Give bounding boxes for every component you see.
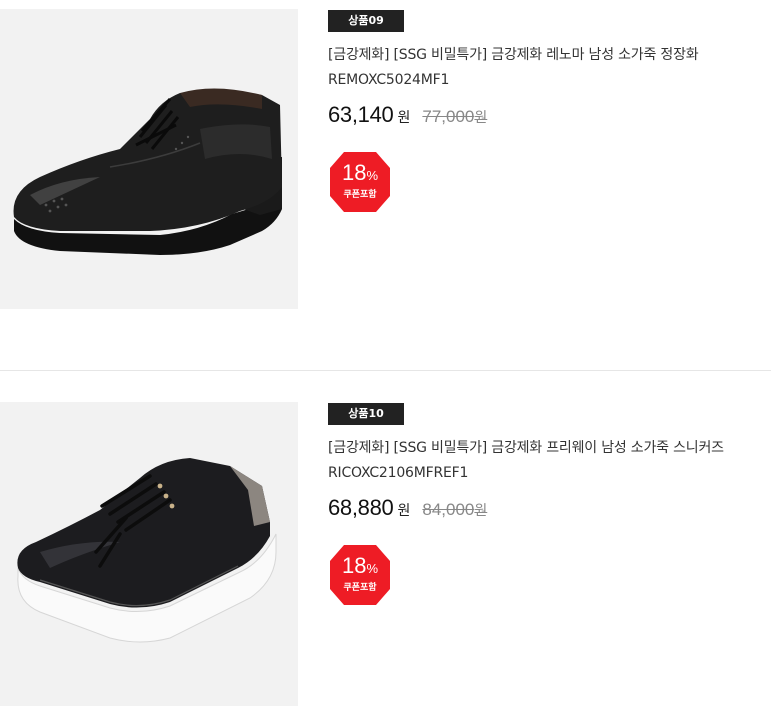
- price-row: 63,140 원 77,000원: [328, 102, 768, 128]
- price-row: 68,880 원 84,000원: [328, 495, 768, 521]
- product-image[interactable]: [0, 9, 298, 309]
- discount-unit: %: [366, 561, 379, 576]
- discount-badge: 18% 쿠폰포함: [328, 543, 392, 607]
- discount-value: 18: [341, 160, 367, 185]
- discount-percent: 18%: [328, 161, 392, 188]
- product-number-tag: 상품10: [328, 403, 404, 425]
- discount-unit: %: [366, 168, 379, 183]
- discount-note: 쿠폰포함: [343, 583, 377, 593]
- original-price-value: 84,000: [422, 500, 475, 519]
- original-price: 77,000원: [422, 107, 487, 127]
- discount-percent: 18%: [328, 554, 392, 581]
- product-card: 상품10 [금강제화] [SSG 비밀특가] 금강제화 프리웨이 남성 소가죽 …: [0, 393, 771, 706]
- divider: [0, 370, 771, 371]
- original-price-value: 77,000: [422, 107, 475, 126]
- product-number-tag: 상품09: [328, 10, 404, 32]
- original-price-unit: 원: [474, 503, 488, 519]
- product-info: 상품09 [금강제화] [SSG 비밀특가] 금강제화 레노마 남성 소가죽 정…: [328, 9, 768, 214]
- discount-value: 18: [341, 553, 367, 578]
- discount-note: 쿠폰포함: [343, 190, 377, 200]
- product-image[interactable]: [0, 402, 298, 706]
- product-info: 상품10 [금강제화] [SSG 비밀특가] 금강제화 프리웨이 남성 소가죽 …: [328, 402, 768, 607]
- original-price-unit: 원: [474, 110, 488, 126]
- sale-price-unit: 원: [397, 503, 411, 519]
- original-price: 84,000원: [422, 500, 487, 520]
- product-name-link[interactable]: [금강제화] [SSG 비밀특가] 금강제화 레노마 남성 소가죽 정장화 RE…: [328, 43, 768, 93]
- sale-price: 63,140: [328, 102, 394, 127]
- product-name-link[interactable]: [금강제화] [SSG 비밀특가] 금강제화 프리웨이 남성 소가죽 스니커즈 …: [328, 436, 768, 486]
- sale-price: 68,880: [328, 495, 394, 520]
- oxford-shoe-image: [0, 9, 298, 309]
- sneaker-image: [0, 402, 298, 706]
- discount-badge: 18% 쿠폰포함: [328, 150, 392, 214]
- product-card: 상품09 [금강제화] [SSG 비밀특가] 금강제화 레노마 남성 소가죽 정…: [0, 0, 771, 330]
- sale-price-unit: 원: [397, 110, 411, 126]
